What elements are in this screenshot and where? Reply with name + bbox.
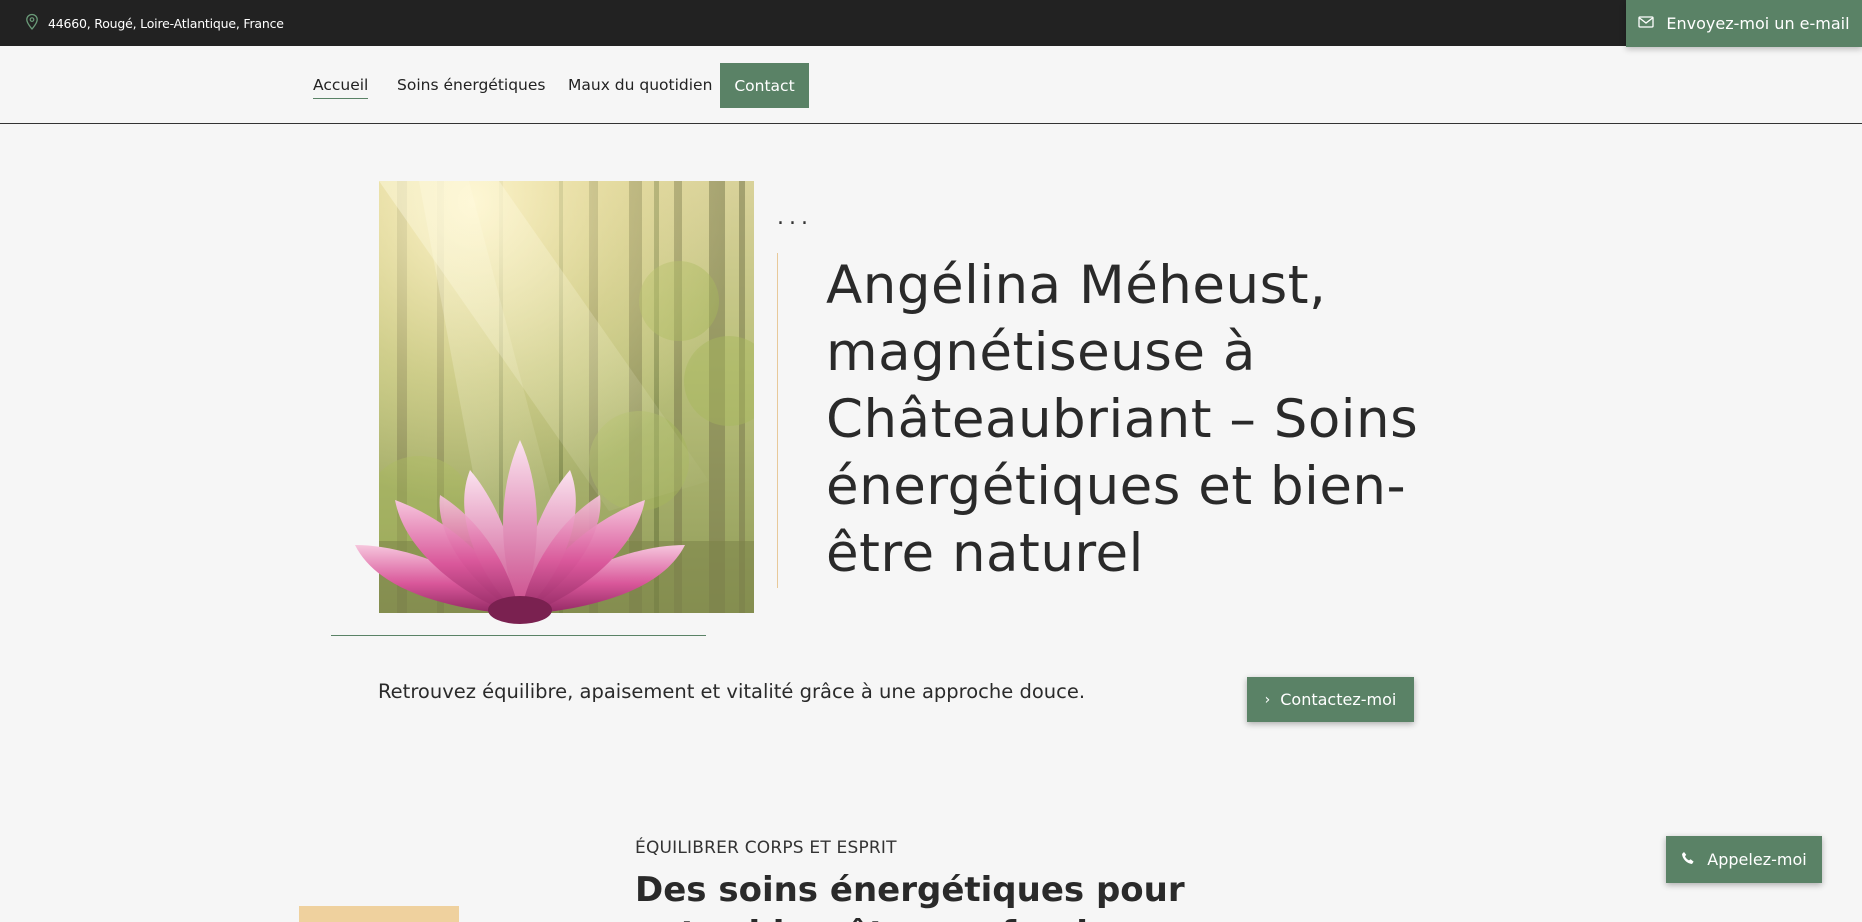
nav-item-soins-energetiques[interactable]: Soins énergétiques (397, 76, 545, 94)
lotus-flower-image (350, 425, 690, 625)
chevron-right-icon: › (1264, 691, 1271, 708)
hero-title: Angélina Méheust, magnétiseuse à Château… (826, 255, 1419, 584)
hero-divider-line (331, 635, 706, 636)
nav-contact-button[interactable]: Contact (720, 63, 809, 108)
decorative-beige-block (299, 906, 459, 922)
call-me-label: Appelez-moi (1707, 850, 1807, 869)
nav-item-maux-du-quotidien[interactable]: Maux du quotidien (568, 76, 712, 94)
email-button-label: Envoyez-moi un e-mail (1666, 14, 1850, 33)
section-title: Des soins énergétiques pour votre bien-ê… (635, 870, 1185, 922)
contact-me-label: Contactez-moi (1280, 690, 1397, 709)
call-me-button[interactable]: Appelez-moi (1666, 836, 1822, 883)
hero-dots: ... (777, 205, 813, 230)
main-nav: Accueil Soins énergétiques Maux du quoti… (0, 46, 1862, 124)
email-button[interactable]: Envoyez-moi un e-mail (1626, 0, 1862, 47)
contact-me-button[interactable]: › Contactez-moi (1247, 677, 1414, 722)
envelope-icon (1638, 14, 1655, 33)
hero-subtitle: Retrouvez équilibre, apaisement et vital… (378, 680, 1086, 703)
top-bar: 44660, Rougé, Loire-Atlantique, France E… (0, 0, 1862, 47)
hero-vertical-line (777, 253, 778, 588)
phone-icon (1681, 850, 1695, 869)
section-kicker: ÉQUILIBRER CORPS ET ESPRIT (635, 838, 897, 858)
location-info: 44660, Rougé, Loire-Atlantique, France (24, 13, 284, 34)
nav-item-accueil[interactable]: Accueil (313, 76, 369, 99)
location-text: 44660, Rougé, Loire-Atlantique, France (48, 16, 284, 31)
map-pin-icon (24, 13, 40, 34)
